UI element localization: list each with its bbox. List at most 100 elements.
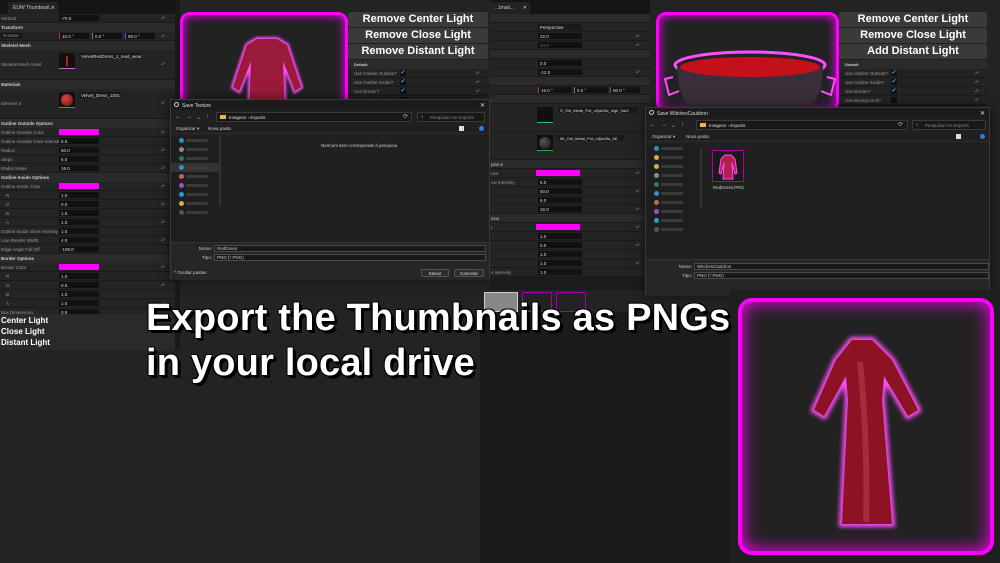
property-value[interactable]: 1.0 (538, 260, 582, 266)
up-icon[interactable]: ↑ (206, 114, 209, 120)
value-input[interactable]: -12.0 (538, 69, 582, 75)
section-header[interactable]: Border Options (0, 254, 175, 263)
property-value[interactable]: 1.0 (538, 269, 582, 275)
projection-dropdown[interactable]: Perspective (538, 24, 582, 30)
organize-button[interactable]: Organizar ▾ (652, 134, 675, 140)
address-bar[interactable]: Imagens › Exports (216, 112, 412, 122)
reset-icon[interactable]: ↶ (636, 261, 640, 267)
close-icon[interactable]: ✕ (523, 5, 527, 11)
reset-icon[interactable]: ↶ (476, 89, 480, 95)
tree-item[interactable] (171, 199, 219, 208)
rotation-dropdown[interactable]: Rotation (1, 33, 22, 38)
property-value[interactable]: 1.0 (59, 192, 99, 198)
reset-icon[interactable]: ↶ (636, 34, 640, 40)
remove-center-light-button[interactable]: Remove Center Light (348, 12, 488, 27)
property-value[interactable]: 1.0 (59, 228, 99, 234)
section-header[interactable]: Materials (0, 80, 175, 89)
tree-item[interactable] (171, 181, 219, 190)
reset-icon[interactable]: ↶ (161, 101, 165, 107)
reset-icon[interactable]: ↶ (636, 171, 640, 177)
property-value[interactable]: 4.0 (59, 237, 99, 243)
view-icon[interactable] (459, 126, 464, 131)
asset-dropdown[interactable]: S_Old_Metal_Pot_ufljdc2fa_high_Var3 (558, 107, 638, 113)
property-value[interactable]: 0.0 (59, 282, 99, 288)
rotation-y[interactable]: 0.0 ° (92, 33, 122, 39)
rotation-z[interactable]: 90.0 ° (125, 33, 155, 39)
tree-item[interactable] (646, 144, 701, 153)
tree-item[interactable] (171, 208, 219, 217)
mesh-thumbnail[interactable] (537, 107, 553, 123)
checkbox[interactable]: ✔ (891, 70, 897, 76)
reset-icon[interactable]: ↶ (636, 43, 640, 49)
property-value[interactable]: 50.0 (59, 147, 99, 153)
back-icon[interactable]: ← (650, 122, 656, 128)
section-header[interactable]: Default (348, 60, 488, 69)
reset-icon[interactable]: ↶ (161, 184, 165, 190)
fov2-input[interactable]: 40.0 (538, 42, 582, 48)
tree-item[interactable] (646, 189, 701, 198)
add-distant-light-button[interactable]: Add Distant Light (839, 44, 987, 59)
reset-icon[interactable]: ↶ (975, 80, 979, 86)
checkbox[interactable] (891, 97, 897, 103)
tree-item[interactable] (646, 171, 701, 180)
color-swatch[interactable] (59, 264, 99, 270)
tree-item[interactable] (171, 163, 219, 172)
reset-icon[interactable]: ↶ (161, 265, 165, 271)
reset-icon[interactable]: ↶ (161, 62, 165, 68)
chevron-down-icon[interactable]: ⌄ (671, 122, 676, 129)
refresh-icon[interactable]: ⟳ (403, 113, 408, 120)
reset-icon[interactable]: ↶ (161, 166, 165, 172)
tree-item[interactable] (171, 172, 219, 181)
property-value[interactable]: 1.0 (538, 233, 582, 239)
property-value[interactable]: 0.0 (59, 201, 99, 207)
tree-item[interactable] (171, 190, 219, 199)
breadcrumb-exports[interactable]: Exports (250, 115, 265, 120)
filename-input[interactable]: WitchesCauldron (694, 263, 989, 270)
section-header[interactable]: ions (490, 214, 650, 223)
reset-icon[interactable]: ↶ (636, 70, 640, 76)
tree-item[interactable] (171, 154, 219, 163)
rotation-x[interactable]: 15.0 ° (538, 87, 572, 93)
section-header[interactable]: Outline Outside Options (0, 119, 175, 128)
close-icon[interactable]: ✕ (51, 5, 55, 11)
checkbox[interactable]: ✔ (400, 88, 406, 94)
property-value[interactable]: 5.0 (59, 138, 99, 144)
reset-icon[interactable]: ↶ (476, 80, 480, 86)
reset-icon[interactable]: ↶ (161, 283, 165, 289)
remove-close-light-button[interactable]: Remove Close Light (839, 28, 987, 43)
reset-icon[interactable]: ↶ (476, 71, 480, 77)
property-value[interactable]: 6.0 (59, 156, 99, 162)
filetype-select[interactable]: PNG (*.PNG) (214, 254, 486, 261)
save-button[interactable]: Salvar (421, 269, 449, 277)
reset-icon[interactable]: ↶ (975, 98, 979, 104)
hide-folders-toggle[interactable]: ^ Ocultar pastas (174, 270, 206, 275)
new-folder-button[interactable]: Nova pasta (208, 126, 231, 131)
close-icon[interactable]: ✕ (980, 110, 985, 117)
reset-icon[interactable]: ↶ (161, 16, 165, 22)
section-header[interactable]: Outline Inside Options (0, 173, 175, 182)
section-header[interactable]: Transform (0, 23, 175, 32)
help-icon[interactable] (479, 126, 484, 131)
reset-icon[interactable]: ↶ (161, 34, 165, 40)
breadcrumb-imagens[interactable]: Imagens (229, 115, 246, 120)
address-bar[interactable]: Imagens › Exports (696, 120, 908, 130)
checkbox[interactable]: ✔ (400, 79, 406, 85)
tree-item[interactable] (646, 162, 701, 171)
material-thumbnail[interactable] (537, 135, 553, 151)
tree-item[interactable] (646, 198, 701, 207)
property-value[interactable]: 1.0 (59, 219, 99, 225)
new-folder-button[interactable]: Nova pasta (686, 134, 709, 139)
property-value[interactable]: 1.0 (59, 291, 99, 297)
tree-item[interactable] (646, 216, 701, 225)
reset-icon[interactable]: ↶ (975, 89, 979, 95)
asset-dropdown[interactable]: Velvet_Dress_1001 (79, 92, 121, 98)
property-value[interactable]: -70.0 (59, 15, 99, 21)
property-value[interactable]: 5.0 (538, 179, 582, 185)
reset-icon[interactable]: ↶ (636, 189, 640, 195)
checkbox[interactable]: ✔ (400, 70, 406, 76)
breadcrumb-imagens[interactable]: Imagens (709, 123, 726, 128)
property-value[interactable]: 16.0 (59, 165, 99, 171)
color-swatch[interactable] (59, 129, 99, 135)
fov-input[interactable]: 22.0 (538, 33, 582, 39)
cancel-button[interactable]: Cancelar (454, 269, 484, 277)
